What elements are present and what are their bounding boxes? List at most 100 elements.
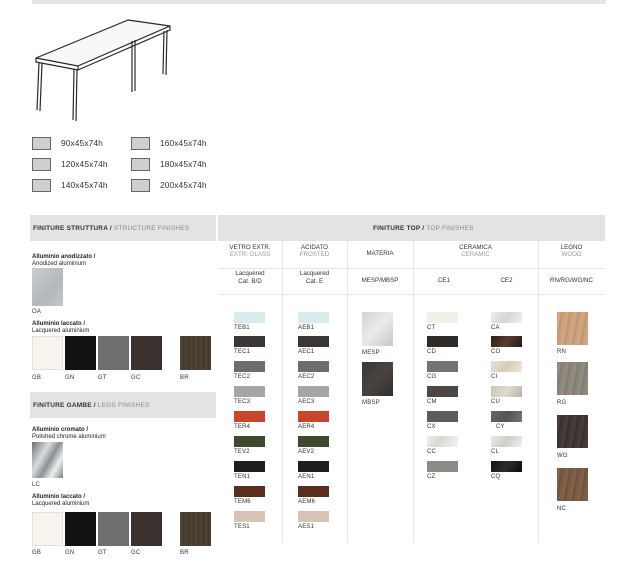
swatch-aem6[interactable] bbox=[298, 486, 329, 497]
swatch-code: CO bbox=[491, 349, 501, 355]
swatch-code: CL bbox=[491, 449, 500, 455]
swatch-code: AEM6 bbox=[298, 499, 316, 505]
column-header-legno: LEGNO WOOD bbox=[560, 244, 583, 259]
swatch-gn[interactable] bbox=[65, 512, 96, 546]
swatch-cy[interactable] bbox=[491, 411, 522, 422]
table-illustration bbox=[35, 19, 171, 122]
swatch-ter4[interactable] bbox=[234, 411, 265, 422]
size-option[interactable]: 200x45x74h bbox=[131, 178, 207, 192]
swatch-tem6[interactable] bbox=[234, 486, 265, 497]
swatch-code: TEC2 bbox=[234, 374, 251, 380]
swatch-ca[interactable] bbox=[491, 312, 522, 323]
swatch-chrome[interactable] bbox=[32, 442, 63, 478]
swatch-code: CC bbox=[427, 449, 437, 455]
swatch-cl[interactable] bbox=[491, 436, 522, 447]
swatch-tec2[interactable] bbox=[234, 361, 265, 372]
swatch-mbsp[interactable] bbox=[362, 362, 393, 396]
swatch-ct[interactable] bbox=[427, 312, 458, 323]
swatch-code: CZ bbox=[427, 474, 436, 480]
swatch-code: CI bbox=[491, 374, 498, 380]
swatch-aeb1[interactable] bbox=[298, 312, 329, 323]
swatch-aen1[interactable] bbox=[298, 461, 329, 472]
swatch-mesp[interactable] bbox=[362, 312, 393, 346]
size-option[interactable]: 180x45x74h bbox=[131, 157, 207, 171]
subheader-acidato: Lacquered Cat. E bbox=[299, 270, 330, 286]
checkbox[interactable] bbox=[32, 157, 51, 171]
checkbox[interactable] bbox=[131, 136, 150, 150]
swatch-code: CD bbox=[427, 349, 437, 355]
swatch-gb[interactable] bbox=[32, 512, 63, 546]
swatch-code: GT bbox=[98, 550, 107, 556]
top-rule bbox=[32, 0, 606, 4]
swatch-code: GC bbox=[131, 550, 141, 556]
swatch-rg[interactable] bbox=[557, 362, 588, 395]
swatch-cc[interactable] bbox=[427, 436, 458, 447]
swatch-gt[interactable] bbox=[98, 336, 129, 370]
swatch-cz[interactable] bbox=[427, 461, 458, 472]
swatch-code: LC bbox=[32, 482, 41, 488]
swatch-code: AEC2 bbox=[298, 374, 315, 380]
swatch-code: GB bbox=[32, 375, 42, 381]
swatch-co[interactable] bbox=[491, 336, 522, 347]
structure-anodized-title: Alluminio anodizzato / Anodized aluminium bbox=[32, 254, 96, 267]
swatch-ten1[interactable] bbox=[234, 461, 265, 472]
swatch-tec1[interactable] bbox=[234, 336, 265, 347]
swatch-aec3[interactable] bbox=[298, 386, 329, 397]
swatch-ci[interactable] bbox=[491, 361, 522, 372]
swatch-code: WG bbox=[557, 453, 568, 459]
checkbox[interactable] bbox=[131, 178, 150, 192]
swatch-code: CY bbox=[496, 424, 505, 430]
checkbox[interactable] bbox=[32, 136, 51, 150]
structure-finishes-title: FINITURE STRUTTURA / STRUCTURE FINISHES bbox=[33, 225, 190, 232]
swatch-tec3[interactable] bbox=[234, 386, 265, 397]
swatch-br[interactable] bbox=[180, 336, 211, 370]
swatch-code: AEN1 bbox=[298, 474, 315, 480]
swatch-cm[interactable] bbox=[427, 386, 458, 397]
subheader-vetro: Lacquered Cat. B/D bbox=[235, 270, 265, 286]
swatch-code: BR bbox=[180, 375, 189, 381]
swatch-anodized[interactable] bbox=[32, 268, 63, 306]
swatch-cx[interactable] bbox=[427, 411, 458, 422]
swatch-cq[interactable] bbox=[491, 461, 522, 472]
swatch-nc[interactable] bbox=[557, 468, 588, 501]
swatch-cd[interactable] bbox=[427, 336, 458, 347]
swatch-gb[interactable] bbox=[32, 336, 63, 370]
swatch-wg[interactable] bbox=[557, 415, 588, 448]
swatch-gt[interactable] bbox=[98, 512, 129, 546]
swatch-br[interactable] bbox=[180, 512, 211, 546]
swatch-cg[interactable] bbox=[427, 361, 458, 372]
size-option[interactable]: 90x45x74h bbox=[32, 136, 103, 150]
swatch-gc[interactable] bbox=[131, 512, 162, 546]
swatch-aes1[interactable] bbox=[298, 511, 329, 522]
subheader-ce1: CE1 bbox=[437, 277, 451, 284]
swatch-aec1[interactable] bbox=[298, 336, 329, 347]
swatch-code: TEN1 bbox=[234, 474, 251, 480]
checkbox[interactable] bbox=[32, 178, 51, 192]
swatch-aec2[interactable] bbox=[298, 361, 329, 372]
subheader-materia: MESP/MBSP bbox=[361, 277, 399, 284]
swatch-tev2[interactable] bbox=[234, 436, 265, 447]
swatch-code: CQ bbox=[491, 474, 501, 480]
size-option[interactable]: 120x45x74h bbox=[32, 157, 108, 171]
swatch-code: TEC1 bbox=[234, 349, 251, 355]
swatch-rn[interactable] bbox=[557, 312, 588, 345]
swatch-aev2[interactable] bbox=[298, 436, 329, 447]
swatch-code: RN bbox=[557, 349, 567, 355]
swatch-code: NC bbox=[557, 506, 567, 512]
column-header-acidato: ACIDATO FROSTED bbox=[299, 244, 330, 259]
swatch-teb1[interactable] bbox=[234, 312, 265, 323]
swatch-aer4[interactable] bbox=[298, 411, 329, 422]
swatch-code: CM bbox=[427, 399, 437, 405]
swatch-code: AEV2 bbox=[298, 449, 315, 455]
swatch-code: TEM6 bbox=[234, 499, 251, 505]
swatch-gc[interactable] bbox=[131, 336, 162, 370]
swatch-code: RG bbox=[557, 400, 567, 406]
divider bbox=[218, 268, 605, 269]
size-option[interactable]: 140x45x74h bbox=[32, 178, 108, 192]
swatch-gn[interactable] bbox=[65, 336, 96, 370]
swatch-tes1[interactable] bbox=[234, 511, 265, 522]
divider bbox=[347, 241, 348, 543]
checkbox[interactable] bbox=[131, 157, 150, 171]
swatch-cu[interactable] bbox=[491, 386, 522, 397]
size-option[interactable]: 160x45x74h bbox=[131, 136, 207, 150]
